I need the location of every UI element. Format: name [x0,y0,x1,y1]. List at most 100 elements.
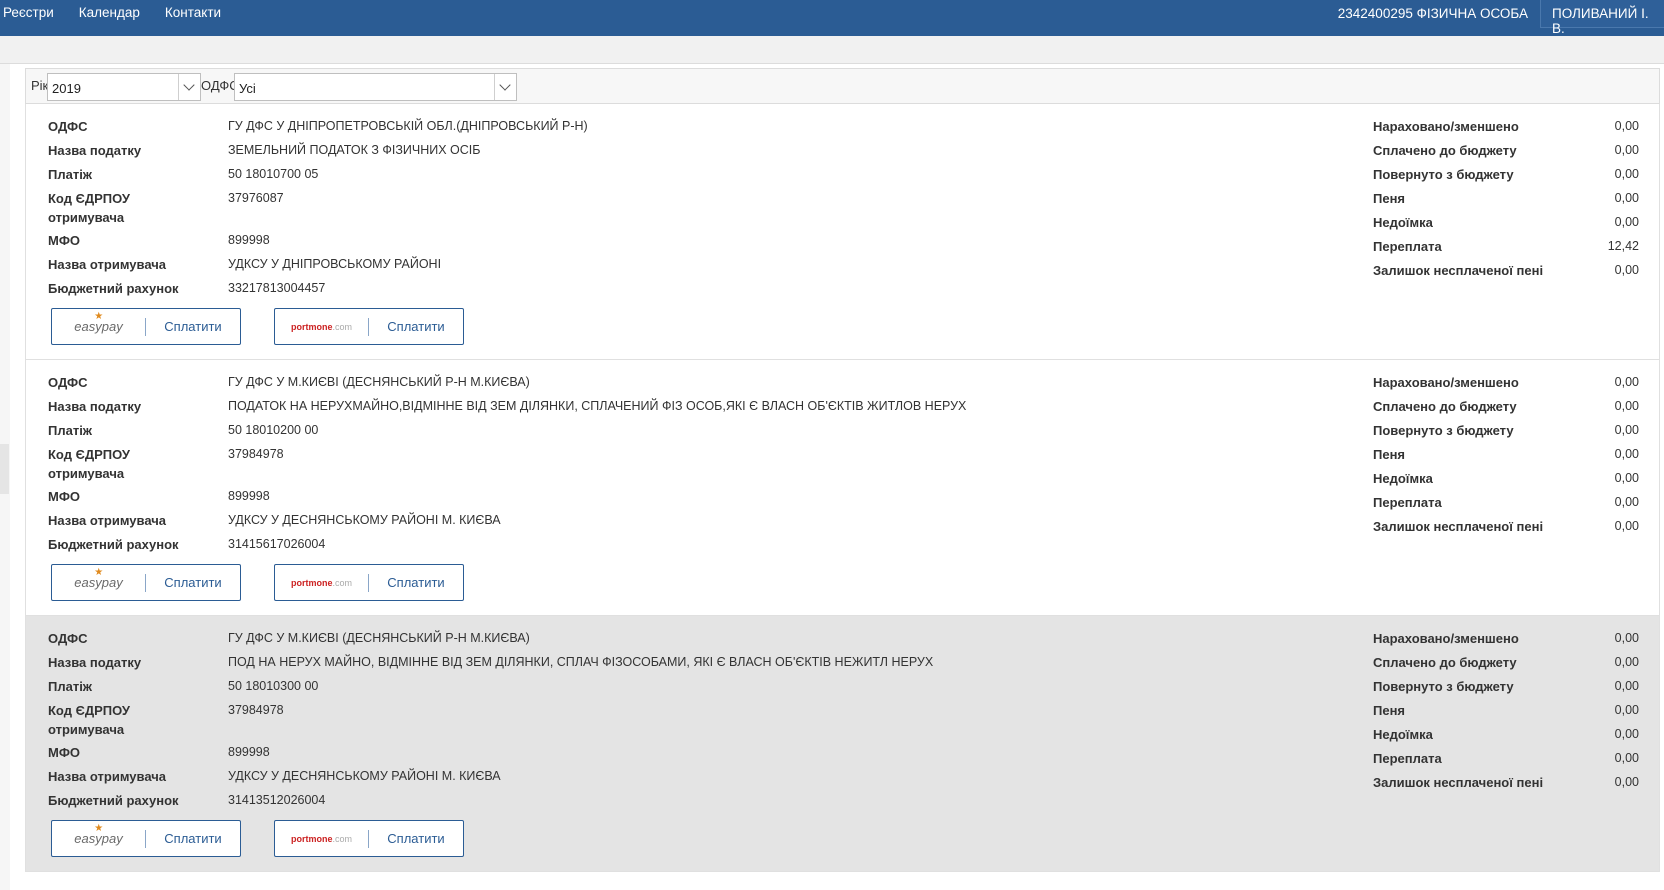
edrpou-label-line1: Код ЄДРПОУ [48,447,130,462]
edrpou-label-line2: отримувача [48,210,125,225]
account-info: 2342400295 ФІЗИЧНА ОСОБА [1337,6,1528,21]
top-navbar: Реєстри Календар Контакти 2342400295 ФІЗ… [0,0,1664,36]
accrued-label: Нараховано/зменшено [1373,375,1519,390]
odfs-select-value: Усі [239,81,256,96]
user-menu-button[interactable]: ПОЛИВАНИЙ І. В. [1540,0,1664,36]
payment-value: 50 18010700 05 [228,167,319,181]
overpayment-amount: 0,00 [1614,495,1639,509]
tax-name-label: Назва податку [48,399,142,414]
easypay-pay-button[interactable]: easypay ★ Сплатити [51,308,241,345]
chevron-down-icon [494,74,516,100]
edrpou-label: Код ЄДРПОУ отримувача [48,445,130,483]
accrued-amount: 0,00 [1614,375,1639,389]
portmone-pay-button[interactable]: portmone.com Сплатити [274,820,464,857]
side-panel-toggle[interactable] [0,444,9,494]
edrpou-value: 37984978 [228,447,284,461]
budget-account-label: Бюджетний рахунок [48,281,179,296]
recipient-label: Назва отримувача [48,257,166,272]
odfs-value: ГУ ДФС У М.КИЄВІ (ДЕСНЯНСЬКИЙ Р-Н М.КИЄВ… [228,631,530,645]
portmone-logo: portmone.com [275,309,368,344]
tax-name-value: ПОД НА НЕРУХ МАЙНО, ВІДМІННЕ ВІД ЗЕМ ДІЛ… [228,655,934,669]
edrpou-label: Код ЄДРПОУ отримувача [48,701,130,739]
returned-label: Повернуто з бюджету [1373,423,1514,438]
mfo-label: МФО [48,745,81,760]
odfs-value: ГУ ДФС У М.КИЄВІ (ДЕСНЯНСЬКИЙ Р-Н М.КИЄВ… [228,375,530,389]
easypay-logo: easypay ★ [52,821,145,856]
penalty-label: Пеня [1373,703,1406,718]
edrpou-value: 37976087 [228,191,284,205]
payment-label: Платіж [48,167,93,182]
odfs-label: ОДФС [201,78,239,93]
recipient-value: УДКСУ У ДНІПРОВСЬКОМУ РАЙОНІ [228,257,442,271]
arrears-label: Недоїмка [1373,215,1433,230]
edrpou-label-line2: отримувача [48,722,125,737]
mfo-label: МФО [48,233,81,248]
nav-calendar[interactable]: Календар [79,5,140,20]
unpaid-penalty-amount: 0,00 [1614,263,1639,277]
returned-label: Повернуто з бюджету [1373,679,1514,694]
accrued-label: Нараховано/зменшено [1373,631,1519,646]
star-icon: ★ [94,567,104,578]
odfs-value: ГУ ДФС У ДНІПРОПЕТРОВСЬКІЙ ОБЛ.(ДНІПРОВС… [228,119,588,133]
toolbar [0,36,1664,64]
odfs-label: ОДФС [48,375,88,390]
year-select[interactable]: 2019 [47,73,201,101]
portmone-pay-button[interactable]: portmone.com Сплатити [274,308,464,345]
pay-label: Сплатити [387,319,445,334]
paid-label: Сплачено до бюджету [1373,655,1517,670]
pay-label: Сплатити [387,831,445,846]
penalty-label: Пеня [1373,447,1406,462]
year-select-value: 2019 [52,81,81,96]
overpayment-amount: 0,00 [1614,751,1639,765]
pay-label: Сплатити [164,319,222,334]
chevron-down-icon [178,74,200,100]
unpaid-penalty-label: Залишок несплаченої пені [1373,519,1544,534]
tax-name-label: Назва податку [48,655,142,670]
arrears-amount: 0,00 [1614,471,1639,485]
payment-value: 50 18010200 00 [228,423,319,437]
easypay-logo: easypay ★ [52,309,145,344]
main-nav: Реєстри Календар Контакти [3,5,246,20]
budget-account-value: 33217813004457 [228,281,326,295]
star-icon: ★ [94,823,104,834]
penalty-amount: 0,00 [1614,703,1639,717]
easypay-pay-button[interactable]: easypay ★ Сплатити [51,820,241,857]
edrpou-label-line2: отримувача [48,466,125,481]
unpaid-penalty-label: Залишок несплаченої пені [1373,263,1544,278]
star-icon: ★ [94,311,104,322]
easypay-pay-button[interactable]: easypay ★ Сплатити [51,564,241,601]
overpayment-label: Переплата [1373,751,1442,766]
odfs-label: ОДФС [48,119,88,134]
arrears-label: Недоїмка [1373,727,1433,742]
mfo-value: 899998 [228,745,270,759]
unpaid-penalty-label: Залишок несплаченої пені [1373,775,1544,790]
portmone-brand: portmone [290,577,333,588]
year-label: Рік [31,78,49,93]
penalty-label: Пеня [1373,191,1406,206]
edrpou-label: Код ЄДРПОУ отримувача [48,189,130,227]
payment-label: Платіж [48,679,93,694]
returned-amount: 0,00 [1614,679,1639,693]
penalty-amount: 0,00 [1614,191,1639,205]
overpayment-amount: 12,42 [1607,239,1639,253]
portmone-brand: portmone [290,321,333,332]
nav-contacts[interactable]: Контакти [165,5,221,20]
portmone-logo: portmone.com [275,565,368,600]
returned-amount: 0,00 [1614,167,1639,181]
odfs-select[interactable]: Усі [234,73,517,101]
edrpou-value: 37984978 [228,703,284,717]
tax-name-value: ПОДАТОК НА НЕРУХМАЙНО,ВІДМІННЕ ВІД ЗЕМ Д… [228,399,967,413]
payment-value: 50 18010300 00 [228,679,319,693]
penalty-amount: 0,00 [1614,447,1639,461]
overpayment-label: Переплата [1373,239,1442,254]
nav-registers[interactable]: Реєстри [3,5,54,20]
tax-record-card: ОДФС ГУ ДФС У ДНІПРОПЕТРОВСЬКІЙ ОБЛ.(ДНІП… [25,104,1660,360]
arrears-amount: 0,00 [1614,215,1639,229]
recipient-label: Назва отримувача [48,769,166,784]
returned-label: Повернуто з бюджету [1373,167,1514,182]
portmone-pay-button[interactable]: portmone.com Сплатити [274,564,464,601]
recipient-value: УДКСУ У ДЕСНЯНСЬКОМУ РАЙОНІ М. КИЄВА [228,513,501,527]
unpaid-penalty-amount: 0,00 [1614,775,1639,789]
odfs-label: ОДФС [48,631,88,646]
mfo-value: 899998 [228,233,270,247]
